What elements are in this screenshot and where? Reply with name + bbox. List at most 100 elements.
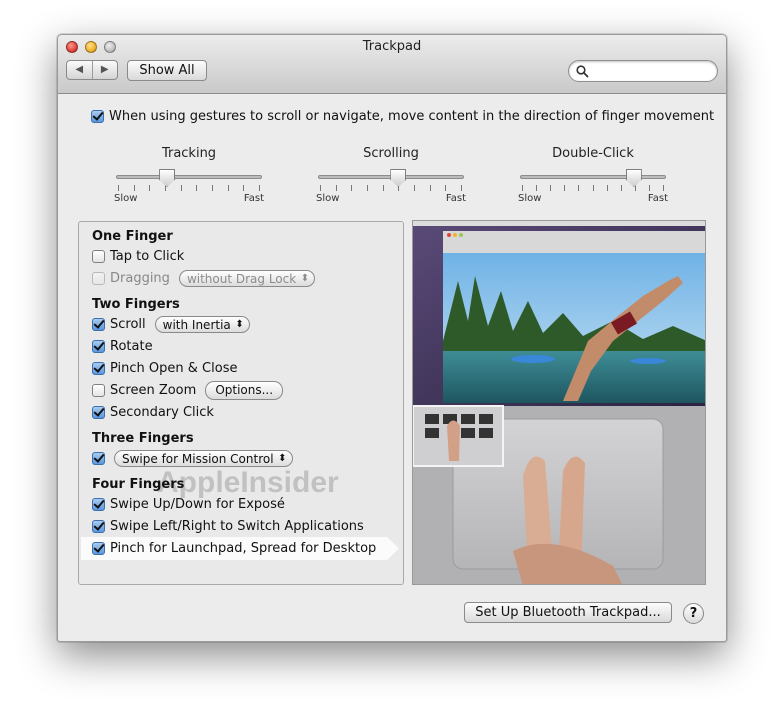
tracking-title: Tracking: [161, 146, 217, 161]
slider-ticks: [118, 185, 260, 191]
slider-tick: [367, 185, 368, 191]
slider-tick: [335, 185, 337, 191]
switch-apps-label: Swipe Left/Right to Switch Applications: [110, 518, 364, 534]
setup-bluetooth-trackpad-button[interactable]: Set Up Bluetooth Trackpad...: [464, 602, 672, 623]
screen-zoom-option[interactable]: Screen Zoom Options...: [92, 380, 284, 400]
slider-tick: [536, 185, 538, 191]
tap-to-click-label: Tap to Click: [110, 248, 185, 264]
fast-label: Fast: [647, 193, 668, 204]
forward-arrow-icon[interactable]: ▶: [93, 61, 118, 79]
double-click-title: Double-Click: [552, 146, 634, 161]
switch-apps-option[interactable]: Swipe Left/Right to Switch Applications: [92, 516, 364, 536]
four-fingers-heading: Four Fingers: [92, 477, 185, 492]
zoom-options-button[interactable]: Options...: [205, 380, 284, 400]
slider-tick: [414, 185, 415, 191]
three-finger-swipe-checkbox[interactable]: [92, 451, 105, 465]
pinch-option[interactable]: Pinch Open & Close: [92, 358, 237, 378]
slider-tick: [320, 185, 321, 191]
slider-tick: [461, 185, 462, 191]
fast-label: Fast: [243, 193, 264, 204]
slider-tick: [165, 185, 166, 191]
scroll-direction-label: When using gestures to scroll or navigat…: [109, 109, 715, 124]
launchpad-checkbox[interactable]: [92, 541, 105, 555]
slider-track: [520, 175, 666, 179]
slider-tick: [522, 185, 523, 191]
tracking-slider[interactable]: Tracking Slow Fast: [114, 146, 264, 204]
switch-apps-checkbox[interactable]: [92, 519, 105, 533]
drag-lock-popup: without Drag Lock: [178, 269, 316, 287]
trackpad-preferences-window: Trackpad ◀ ▶ Show All When using gesture…: [57, 34, 727, 642]
scroll-option[interactable]: Scroll with Inertia: [92, 314, 250, 334]
pinch-checkbox[interactable]: [92, 361, 105, 375]
rotate-checkbox[interactable]: [92, 339, 105, 353]
three-fingers-heading: Three Fingers: [92, 431, 194, 446]
slider-tick: [578, 185, 580, 191]
show-all-button[interactable]: Show All: [127, 60, 207, 81]
inertia-popup[interactable]: with Inertia: [154, 315, 250, 333]
slider-tick: [180, 185, 182, 191]
slider-tick: [382, 185, 384, 191]
slider-tick: [429, 185, 431, 191]
dragging-label: Dragging: [110, 270, 170, 286]
secondary-click-option[interactable]: Secondary Click: [92, 402, 214, 422]
slider-tick: [620, 185, 622, 191]
preview-illustration: [413, 221, 705, 584]
rotate-option[interactable]: Rotate: [92, 336, 153, 356]
scrolling-title: Scrolling: [363, 146, 419, 161]
rotate-label: Rotate: [110, 338, 153, 354]
launchpad-label: Pinch for Launchpad, Spread for Desktop: [110, 540, 377, 556]
slider-track: [116, 175, 262, 179]
scrolling-slider[interactable]: Scrolling Slow Fast: [316, 146, 466, 204]
launchpad-option[interactable]: Pinch for Launchpad, Spread for Desktop: [92, 538, 376, 558]
secondary-click-label: Secondary Click: [110, 404, 214, 420]
back-arrow-icon[interactable]: ◀: [67, 61, 93, 79]
double-click-slider[interactable]: Double-Click Slow Fast: [518, 146, 668, 204]
window-title: Trackpad: [362, 39, 422, 54]
search-field[interactable]: [568, 60, 718, 82]
slider-tick: [550, 185, 552, 191]
pinch-label: Pinch Open & Close: [110, 360, 238, 376]
expose-option[interactable]: Swipe Up/Down for Exposé: [92, 494, 285, 514]
slider-tick: [149, 185, 151, 191]
screen-zoom-label: Screen Zoom: [110, 382, 197, 398]
help-button[interactable]: ?: [683, 603, 704, 624]
mission-control-popup[interactable]: Swipe for Mission Control: [114, 449, 293, 467]
dragging-option: Dragging without Drag Lock: [92, 268, 316, 288]
one-finger-heading: One Finger: [92, 229, 173, 244]
fast-label: Fast: [445, 193, 466, 204]
scroll-direction-checkbox[interactable]: [91, 110, 104, 123]
scroll-direction-option[interactable]: When using gestures to scroll or navigat…: [91, 109, 714, 124]
slider-tick: [606, 185, 608, 191]
scroll-checkbox[interactable]: [92, 317, 105, 331]
slider-tick: [133, 185, 135, 191]
slider-ticks: [320, 185, 462, 191]
screen-zoom-checkbox[interactable]: [92, 383, 105, 397]
slider-tick: [564, 185, 566, 191]
tap-to-click-checkbox[interactable]: [92, 249, 105, 263]
scroll-label: Scroll: [110, 316, 146, 332]
expose-checkbox[interactable]: [92, 497, 105, 511]
gesture-list-panel: One Finger Tap to Click Dragging without…: [78, 221, 404, 585]
slider-tick: [118, 185, 119, 191]
slider-tick: [351, 185, 353, 191]
slider-tick: [196, 185, 198, 191]
gesture-preview-video: [412, 220, 706, 585]
slow-label: Slow: [114, 193, 138, 204]
dragging-checkbox: [92, 271, 105, 285]
navigation-segmented-control: ◀ ▶: [66, 60, 118, 80]
secondary-click-checkbox[interactable]: [92, 405, 105, 419]
title-bar: Trackpad ◀ ▶ Show All: [58, 35, 726, 94]
slider-tick: [592, 185, 594, 191]
slider-tick: [243, 185, 245, 191]
slow-label: Slow: [316, 193, 340, 204]
slider-tick: [212, 185, 213, 191]
slider-ticks: [522, 185, 664, 191]
slider-tick: [227, 185, 229, 191]
slider-tick: [648, 185, 650, 191]
slider-tick: [663, 185, 664, 191]
tap-to-click-option[interactable]: Tap to Click: [92, 246, 184, 266]
two-fingers-heading: Two Fingers: [92, 297, 180, 312]
slow-label: Slow: [518, 193, 542, 204]
expose-label: Swipe Up/Down for Exposé: [110, 496, 285, 512]
three-finger-swipe-option[interactable]: Swipe for Mission Control: [92, 448, 293, 468]
